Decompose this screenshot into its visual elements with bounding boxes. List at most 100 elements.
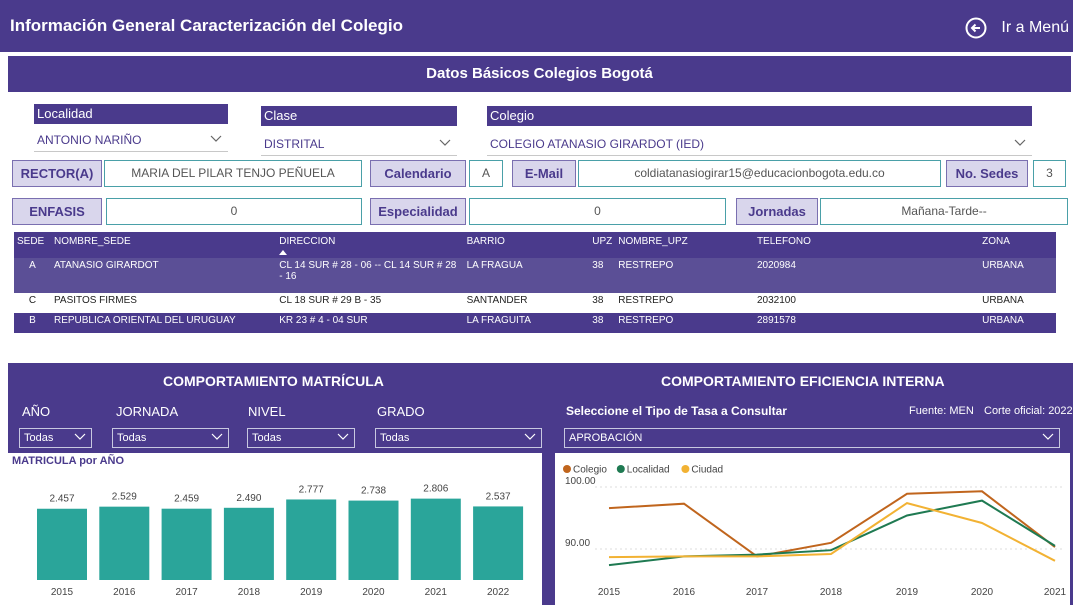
chevron-down-icon — [524, 433, 536, 440]
rector-value: MARIA DEL PILAR TENJO PEÑUELA — [104, 160, 362, 187]
slicer-nivel-dropdown[interactable]: Todas — [247, 428, 355, 448]
legend-label-ciudad: Ciudad — [691, 465, 723, 476]
cell-sede: A — [14, 258, 51, 293]
series-line-colegio — [608, 490, 1056, 558]
x-tick-label: 2019 — [896, 587, 919, 598]
email-value: coldiatanasiogirar15@educacionbogota.edu… — [578, 160, 941, 187]
table-row[interactable]: C PASITOS FIRMES CL 18 SUR # 29 B - 35 S… — [14, 293, 1056, 313]
cell-zona: URBANA — [979, 293, 1056, 313]
cell-sede: B — [14, 313, 51, 333]
slicer-jornada-value: Todas — [117, 432, 147, 444]
slicer-jornada-label: JORNADA — [116, 404, 179, 419]
page-title: Información General Caracterización del … — [10, 16, 403, 35]
legend-marker-colegio — [563, 465, 571, 473]
colegio-label: Colegio — [487, 106, 1032, 126]
series-line-localidad — [608, 499, 1056, 567]
menu-button[interactable]: Ir a Menú — [965, 17, 1069, 39]
chevron-down-icon — [1014, 139, 1026, 146]
tasa-dropdown[interactable]: APROBACIÓN — [564, 428, 1060, 448]
localidad-value: ANTONIO NARIÑO — [37, 133, 142, 147]
enfasis-value: 0 — [106, 198, 362, 225]
chevron-down-icon — [1042, 433, 1054, 440]
rector-label: RECTOR(A) — [12, 160, 102, 187]
x-tick-label: 2015 — [51, 587, 74, 598]
slicer-jornada-dropdown[interactable]: Todas — [112, 428, 229, 448]
section-title: Datos Básicos Colegios Bogotá — [8, 56, 1071, 92]
header-direccion[interactable]: DIRECCION — [276, 232, 464, 258]
bar-value-label: 2.457 — [49, 494, 74, 505]
bar-2021 — [410, 498, 461, 580]
x-tick-label: 2017 — [175, 587, 198, 598]
cell-upz: 38 — [589, 313, 616, 333]
header-nombre-upz[interactable]: NOMBRE_UPZ — [615, 232, 754, 258]
bar-value-label: 2.529 — [112, 492, 137, 503]
bar-value-label: 2.490 — [236, 493, 261, 504]
table-row[interactable]: A ATANASIO GIRARDOT CL 14 SUR # 28 - 06 … — [14, 258, 1056, 293]
cell-barrio: SANTANDER — [463, 293, 590, 313]
slicer-ano-label: AÑO — [22, 404, 51, 419]
calendario-value: A — [469, 160, 503, 187]
slicer-grado-value: Todas — [380, 432, 410, 444]
header-barrio[interactable]: BARRIO — [463, 232, 590, 258]
table-header-row: SEDE NOMBRE_SEDE DIRECCION BARRIO UPZ NO… — [14, 232, 1056, 258]
bar-value-label: 2.806 — [423, 484, 448, 495]
bar-value-label: 2.777 — [299, 484, 324, 495]
x-tick-label: 2019 — [300, 587, 323, 598]
cell-telefono: 2032100 — [753, 293, 980, 313]
bar-value-label: 2.537 — [486, 491, 511, 502]
tasa-select-label: Seleccione el Tipo de Tasa a Consultar — [566, 404, 787, 418]
especialidad-value: 0 — [469, 198, 726, 225]
matricula-title: COMPORTAMIENTO MATRÍCULA — [163, 373, 384, 389]
colegio-dropdown[interactable]: COLEGIO ATANASIO GIRARDOT (IED) — [487, 132, 1032, 156]
header-sede[interactable]: SEDE — [14, 232, 51, 258]
slicer-ano-value: Todas — [24, 432, 54, 444]
chevron-down-icon — [210, 135, 222, 142]
localidad-dropdown[interactable]: ANTONIO NARIÑO — [34, 128, 228, 152]
clase-label: Clase — [261, 106, 457, 126]
x-tick-label: 2020 — [362, 587, 385, 598]
especialidad-label: Especialidad — [370, 198, 466, 225]
header-upz[interactable]: UPZ — [589, 232, 616, 258]
cell-barrio: LA FRAGUITA — [463, 313, 590, 333]
matricula-chart: MATRICULA por AÑO 2.457 2015 2.529 2016 2.45… — [8, 453, 542, 605]
table-row[interactable]: B REPUBLICA ORIENTAL DEL URUGUAY KR 23 #… — [14, 313, 1056, 333]
cell-telefono: 2891578 — [753, 313, 980, 333]
bar-2022 — [473, 506, 524, 580]
x-tick-label: 2016 — [673, 587, 696, 598]
x-tick-label: 2018 — [820, 587, 843, 598]
header-zona[interactable]: ZONA — [979, 232, 1056, 258]
bar-chart-svg: 2.457 2015 2.529 2016 2.459 2017 2.490 2018 2.77… — [37, 484, 524, 598]
sedes-label: No. Sedes — [946, 160, 1028, 187]
fuente-label: Fuente: MEN — [909, 405, 974, 417]
header-telefono[interactable]: TELEFONO — [753, 232, 980, 258]
cell-telefono: 2020984 — [753, 258, 980, 293]
bar-value-label: 2.459 — [174, 494, 199, 505]
cell-direccion: CL 18 SUR # 29 B - 35 — [276, 293, 464, 313]
slicer-ano-dropdown[interactable]: Todas — [19, 428, 92, 448]
localidad-label: Localidad — [34, 104, 228, 124]
clase-dropdown[interactable]: DISTRITAL — [261, 132, 457, 156]
eficiencia-chart: Colegio Localidad Ciudad 100.00 90.00 2015 201… — [555, 453, 1070, 605]
chevron-down-icon — [74, 433, 86, 440]
cell-upz: 38 — [589, 258, 616, 293]
line-chart-svg: Colegio Localidad Ciudad 100.00 90.00 2015 201… — [563, 465, 1067, 598]
back-arrow-icon — [965, 17, 987, 39]
x-tick-label: 2015 — [598, 587, 621, 598]
x-tick-label: 2021 — [425, 587, 448, 598]
cell-barrio: LA FRAGUA — [463, 258, 590, 293]
cell-nombre-upz: RESTREPO — [615, 293, 754, 313]
y-tick-label: 100.00 — [565, 476, 596, 487]
corte-label: Corte oficial: 2022 — [984, 405, 1073, 417]
header-direccion-label: DIRECCION — [279, 236, 336, 247]
cell-upz: 38 — [589, 293, 616, 313]
legend-marker-ciudad — [681, 465, 690, 473]
bar-2017 — [161, 508, 212, 580]
header-nombre-sede[interactable]: NOMBRE_SEDE — [50, 232, 277, 258]
legend-label-localidad: Localidad — [627, 465, 670, 476]
cell-nombre-sede: ATANASIO GIRARDOT — [50, 258, 277, 293]
y-tick-label: 90.00 — [565, 538, 590, 549]
legend-marker-localidad — [616, 465, 625, 473]
slicer-grado-dropdown[interactable]: Todas — [375, 428, 542, 448]
sedes-value: 3 — [1033, 160, 1066, 187]
x-tick-label: 2022 — [487, 587, 510, 598]
